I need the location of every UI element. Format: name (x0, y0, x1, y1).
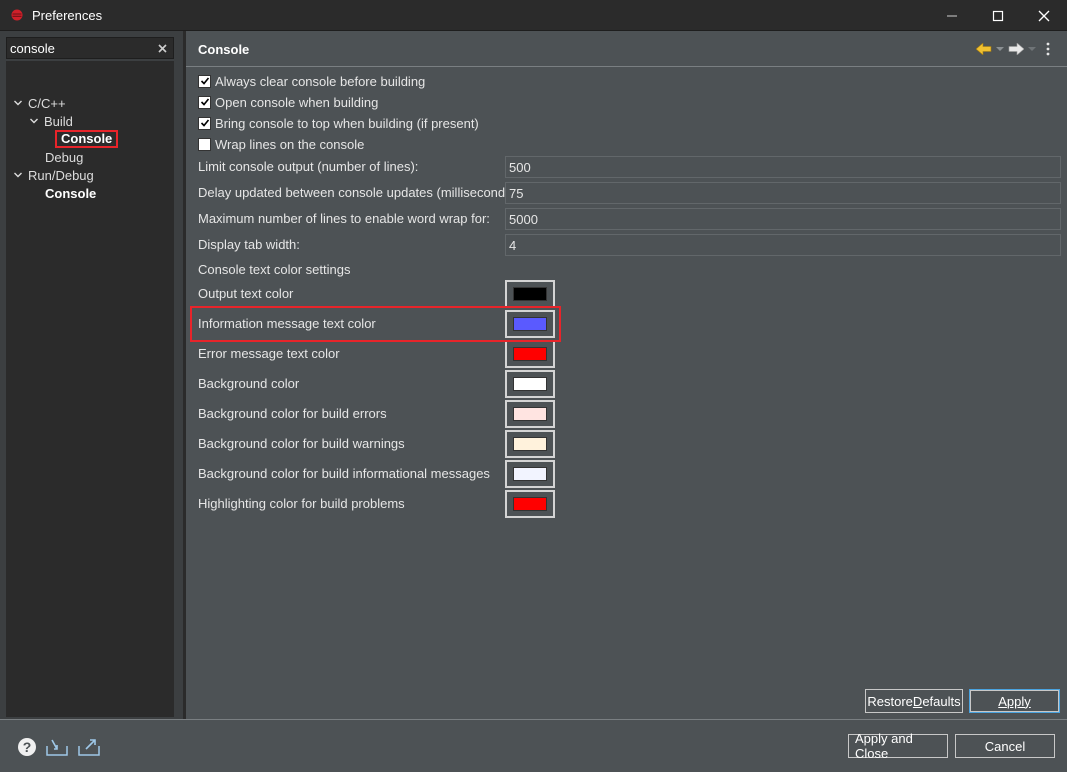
forward-arrow-icon[interactable] (1007, 40, 1025, 58)
color-swatch (513, 287, 547, 301)
svg-text:?: ? (23, 739, 32, 755)
color-picker-button[interactable] (505, 310, 555, 338)
color-label: Highlighting color for build problems (198, 496, 405, 511)
field-label: Limit console output (number of lines): (198, 159, 419, 174)
field-label: Delay updated between console updates (m… (198, 185, 520, 200)
color-picker-button[interactable] (505, 370, 555, 398)
page-navigation (975, 40, 1057, 58)
color-swatch (513, 437, 547, 451)
forward-dropdown-icon[interactable] (1027, 40, 1037, 58)
color-picker-button[interactable] (505, 280, 555, 308)
checkbox-open-console[interactable]: Open console when building (198, 93, 378, 111)
chevron-down-icon[interactable] (12, 97, 24, 109)
color-picker-button[interactable] (505, 340, 555, 368)
limit-output-input[interactable] (505, 156, 1061, 178)
color-picker-button[interactable] (505, 430, 555, 458)
tree-item-label: Run/Debug (28, 167, 94, 183)
delay-updates-input[interactable] (505, 182, 1061, 204)
mnemonic-letter: A (998, 693, 1007, 709)
close-icon[interactable] (1021, 0, 1067, 31)
color-swatch (513, 407, 547, 421)
apply-button[interactable]: Apply (969, 689, 1060, 713)
filter-box (6, 37, 174, 59)
button-label-pre: Restore (867, 693, 913, 709)
checkbox-wrap-lines[interactable]: Wrap lines on the console (198, 135, 364, 153)
chevron-down-icon[interactable] (12, 169, 24, 181)
tree-item-build-console[interactable]: Console (55, 130, 119, 148)
preferences-tree-panel: C/C++ Build Console Debug Run/Debug Cons… (0, 31, 186, 719)
color-label: Output text color (198, 286, 294, 301)
button-label-post: efaults (922, 693, 961, 709)
color-swatch (513, 497, 547, 511)
checkbox-label: Bring console to top when building (if p… (215, 115, 479, 131)
button-label-post: pply (1006, 693, 1031, 709)
tab-width-input[interactable] (505, 234, 1061, 256)
maximize-icon[interactable] (975, 0, 1021, 31)
color-section-label: Console text color settings (198, 262, 351, 277)
preferences-tree: C/C++ Build Console Debug Run/Debug Cons… (6, 61, 174, 717)
checkbox-label: Open console when building (215, 94, 379, 110)
color-swatch (513, 377, 547, 391)
color-picker-button[interactable] (505, 400, 555, 428)
color-label: Error message text color (198, 346, 340, 361)
color-label: Background color for build warnings (198, 436, 405, 451)
field-label: Maximum number of lines to enable word w… (198, 211, 490, 226)
filter-input[interactable] (7, 38, 153, 58)
tree-item-label: Console (55, 130, 119, 148)
checkbox-unchecked[interactable] (198, 137, 211, 151)
color-swatch (513, 317, 547, 331)
tree-item-debug[interactable]: Debug (45, 148, 83, 166)
eclipse-app-icon (10, 8, 24, 22)
tree-item-run-debug[interactable]: Run/Debug (12, 166, 94, 184)
checkbox-checked[interactable] (198, 95, 211, 109)
window-title: Preferences (32, 7, 103, 23)
tree-item-build[interactable]: Build (28, 112, 73, 130)
color-label: Background color (198, 376, 300, 391)
back-dropdown-icon[interactable] (995, 40, 1005, 58)
minimize-icon[interactable] (929, 0, 975, 31)
checkbox-checked[interactable] (198, 74, 211, 88)
tree-item-label: Debug (45, 149, 84, 165)
tree-item-label: Console (45, 185, 97, 201)
restore-defaults-button[interactable]: Restore Defaults (865, 689, 963, 713)
page-content: Always clear console before building Ope… (186, 67, 1067, 687)
checkbox-checked[interactable] (198, 116, 211, 130)
back-arrow-icon[interactable] (975, 40, 993, 58)
tree-item-label: C/C++ (28, 95, 66, 111)
preference-page: Console Always clear console before buil… (186, 31, 1067, 719)
color-swatch (513, 347, 547, 361)
checkbox-bring-to-top[interactable]: Bring console to top when building (if p… (198, 114, 479, 132)
page-header: Console (186, 31, 1067, 67)
cancel-button[interactable]: Cancel (955, 734, 1055, 758)
checkbox-label: Wrap lines on the console (215, 136, 365, 152)
page-title: Console (198, 42, 250, 57)
color-label: Background color for build informational… (198, 466, 490, 481)
tree-item-cpp[interactable]: C/C++ (12, 94, 66, 112)
tree-item-run-debug-console[interactable]: Console (45, 184, 96, 202)
mnemonic-letter: D (912, 693, 923, 709)
import-icon[interactable] (46, 736, 68, 758)
color-picker-button[interactable] (505, 460, 555, 488)
field-label: Display tab width: (198, 237, 300, 252)
color-label: Background color for build errors (198, 406, 387, 421)
chevron-down-icon[interactable] (28, 115, 40, 127)
dialog-footer: ? Apply and Close Cancel (0, 719, 1067, 772)
apply-and-close-button[interactable]: Apply and Close (848, 731, 948, 761)
checkbox-always-clear[interactable]: Always clear console before building (198, 72, 425, 90)
checkbox-label: Always clear console before building (215, 73, 426, 89)
view-menu-icon[interactable] (1039, 40, 1057, 58)
export-icon[interactable] (78, 736, 100, 758)
title-bar: Preferences (0, 0, 1067, 31)
color-label: Information message text color (198, 316, 376, 331)
tree-item-label: Build (44, 113, 73, 129)
word-wrap-limit-input[interactable] (505, 208, 1061, 230)
help-icon[interactable]: ? (16, 736, 38, 758)
color-swatch (513, 467, 547, 481)
color-picker-button[interactable] (505, 490, 555, 518)
clear-filter-icon[interactable] (153, 38, 171, 58)
